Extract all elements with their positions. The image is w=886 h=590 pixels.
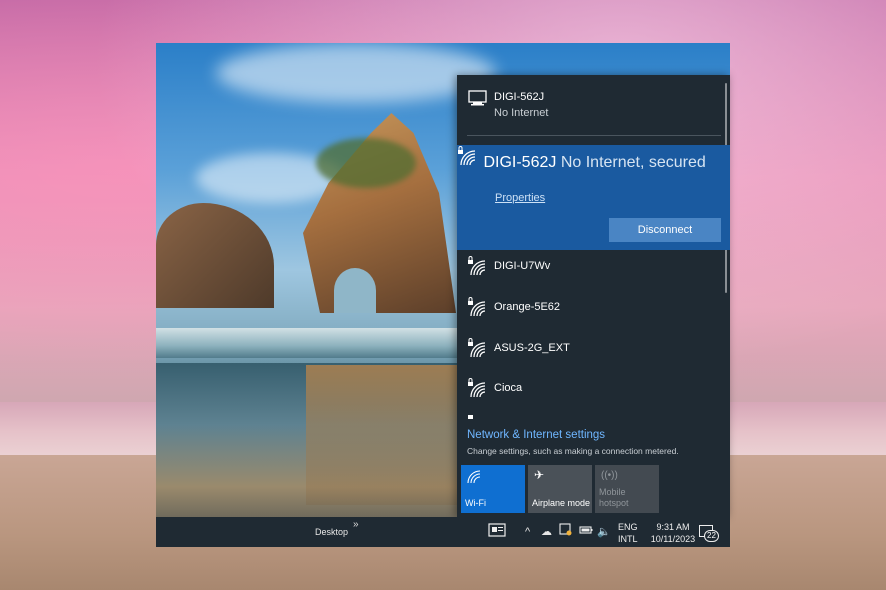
hotspot-icon: ((•)) [601,470,618,481]
wifi-icon [467,470,481,486]
network-status: No Internet, secured [560,154,706,171]
arch-opening [334,268,376,313]
network-settings-description: Change settings, such as making a connec… [467,446,679,456]
network-name: DIGI-U7Wv [494,260,551,272]
language-indicator[interactable]: ENG INTL [618,521,638,545]
clock-date: 10/11/2023 [650,534,696,544]
keyboard-layout: INTL [618,534,638,544]
network-name: Cioca [494,382,523,394]
tile-label: Mobile hotspot [599,487,629,508]
network-item-partial[interactable] [457,415,730,425]
wifi-secured-icon [457,146,483,171]
wifi-secured-icon [467,337,489,359]
news-widget-icon[interactable] [488,523,506,543]
network-name: ASUS-2G_EXT [494,342,570,354]
wifi-secured-icon [467,377,489,399]
battery-icon[interactable] [579,523,593,541]
network-item-ethernet[interactable]: DIGI-562J No Internet [457,89,730,129]
cloud [216,43,496,103]
toolbar-expand-chevron[interactable]: » [353,519,359,530]
airplane-icon: ✈ [534,468,545,482]
network-name: DIGI-562J [494,91,545,103]
network-name: Orange-5E62 [494,301,561,313]
clock-time: 9:31 AM [656,522,690,532]
network-name: DIGI-562J [483,154,557,171]
security-icon[interactable] [559,523,572,542]
notification-count: 22 [704,530,719,542]
rock-moss [316,138,416,188]
airplane-mode-toggle[interactable]: ✈ Airplane mode [528,465,592,513]
network-flyout: DIGI-562J No Internet DIGI-562J No Inter… [457,75,730,517]
tile-label: Airplane mode [532,498,591,508]
rock-formation [156,203,274,308]
wifi-secured-icon [467,296,489,318]
network-item-selected[interactable]: DIGI-562J No Internet, secured Propertie… [457,145,730,250]
desktop-toolbar-label[interactable]: Desktop [315,527,348,537]
lock-icon [468,415,473,419]
mobile-hotspot-toggle[interactable]: ((•)) Mobile hotspot [595,465,659,513]
language-code: ENG [618,522,638,532]
network-item[interactable]: Cioca [457,377,730,413]
ethernet-icon [467,89,489,111]
rock-reflection [306,365,466,505]
properties-link[interactable]: Properties [495,192,545,204]
tile-label: Wi-Fi [465,498,486,508]
clock[interactable]: 9:31 AM 10/11/2023 [643,521,703,545]
volume-icon[interactable]: 🔈 [597,523,611,541]
chevron-up-icon[interactable]: ^ [525,523,530,541]
network-item[interactable]: DIGI-U7Wv [457,255,730,291]
divider [467,135,721,136]
wifi-toggle[interactable]: Wi-Fi [461,465,525,513]
network-item[interactable]: Orange-5E62 [457,296,730,332]
network-item[interactable]: ASUS-2G_EXT [457,337,730,373]
wifi-secured-icon [467,255,489,277]
disconnect-button[interactable]: Disconnect [609,218,721,242]
network-status: No Internet [494,107,549,119]
taskbar: Desktop » ^ ☁ 🔈 ENG INTL 9:31 AM 10/11/2… [156,517,730,547]
notification-center-button[interactable]: 22 [697,523,719,543]
onedrive-icon[interactable]: ☁ [541,523,552,541]
network-settings-link[interactable]: Network & Internet settings [467,429,605,441]
